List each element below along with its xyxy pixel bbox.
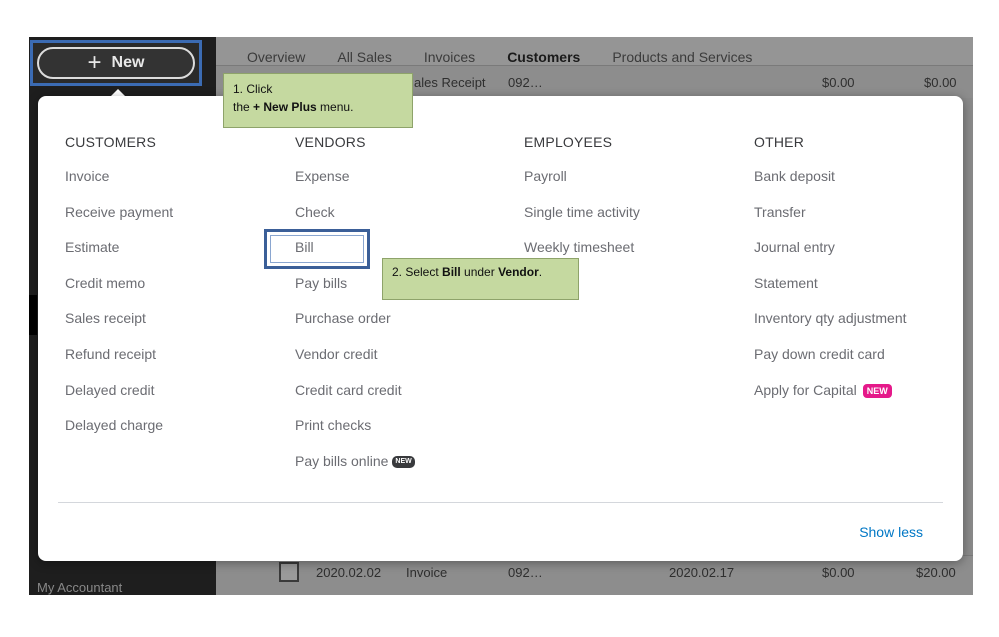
menu-item-single-time-activity[interactable]: Single time activity (524, 202, 640, 238)
menu-item-apply-for-capital[interactable]: Apply for Capital NEW (754, 380, 907, 416)
table-row[interactable]: 2020.02.02 Invoice 092… 2020.02.17 $0.00… (216, 555, 973, 595)
column-heading: EMPLOYEES (524, 134, 613, 150)
menu-item-delayed-charge[interactable]: Delayed charge (65, 415, 173, 451)
menu-column-customers: CUSTOMERS Invoice Receive payment Estima… (65, 134, 173, 451)
menu-item-credit-memo[interactable]: Credit memo (65, 273, 173, 309)
menu-item-estimate[interactable]: Estimate (65, 237, 173, 273)
row-type: Invoice (406, 565, 448, 580)
row-amount: $0.00 (822, 565, 855, 580)
column-heading: OTHER (754, 134, 804, 150)
row-due-date: 2020.02.17 (669, 565, 735, 580)
menu-item-expense[interactable]: Expense (295, 166, 415, 202)
menu-divider (58, 502, 943, 503)
row-amount: $0.00 (822, 75, 855, 90)
menu-item-purchase-order[interactable]: Purchase order (295, 308, 415, 344)
menu-item-refund-receipt[interactable]: Refund receipt (65, 344, 173, 380)
new-badge: NEW (862, 383, 892, 398)
new-button-label: New (111, 54, 145, 71)
step-1-callout: 1. Click the + New Plus menu. (223, 73, 413, 128)
row-date: 2020.02.02 (316, 565, 382, 580)
menu-item-transfer[interactable]: Transfer (754, 202, 907, 238)
row-number: 092… (508, 75, 543, 90)
row-number: 092… (508, 565, 543, 580)
row-type: ales Receipt (414, 75, 486, 90)
menu-column-employees: EMPLOYEES Payroll Single time activity W… (524, 134, 640, 273)
sidebar-item-my-accountant[interactable]: My Accountant (37, 580, 122, 595)
menu-column-vendors: VENDORS Expense Check Bill Pay bills Pur… (295, 134, 415, 486)
show-less-link[interactable]: Show less (859, 524, 923, 540)
menu-item-inventory-qty-adjustment[interactable]: Inventory qty adjustment (754, 308, 907, 344)
menu-item-vendor-credit[interactable]: Vendor credit (295, 344, 415, 380)
new-badge: NEW (392, 456, 415, 469)
column-heading: VENDORS (295, 134, 366, 150)
menu-column-other: OTHER Bank deposit Transfer Journal entr… (754, 134, 907, 415)
column-heading: CUSTOMERS (65, 134, 156, 150)
menu-item-receive-payment[interactable]: Receive payment (65, 202, 173, 238)
bill-highlight (264, 229, 370, 269)
menu-item-bank-deposit[interactable]: Bank deposit (754, 166, 907, 202)
new-menu-popover: CUSTOMERS Invoice Receive payment Estima… (38, 96, 963, 561)
new-button[interactable]: + New (37, 47, 195, 79)
step-2-callout: 2. Select Bill under Vendor. (382, 258, 579, 300)
menu-item-pay-bills-online[interactable]: Pay bills online NEW (295, 451, 415, 487)
menu-item-journal-entry[interactable]: Journal entry (754, 237, 907, 273)
callout-line: the + New Plus menu. (233, 100, 354, 114)
menu-item-payroll[interactable]: Payroll (524, 166, 640, 202)
callout-line: 1. Click (233, 82, 273, 96)
plus-icon: + (87, 49, 102, 76)
row-total: $0.00 (924, 75, 957, 90)
sidebar-marker (29, 295, 37, 335)
menu-item-label: Pay bills online (295, 452, 389, 469)
row-checkbox[interactable] (279, 562, 299, 582)
menu-item-print-checks[interactable]: Print checks (295, 415, 415, 451)
menu-item-delayed-credit[interactable]: Delayed credit (65, 380, 173, 416)
menu-item-sales-receipt[interactable]: Sales receipt (65, 308, 173, 344)
menu-item-pay-down-credit-card[interactable]: Pay down credit card (754, 344, 907, 380)
row-total: $20.00 (916, 565, 956, 580)
menu-item-invoice[interactable]: Invoice (65, 166, 173, 202)
new-button-highlight: + New (30, 40, 202, 86)
menu-item-credit-card-credit[interactable]: Credit card credit (295, 380, 415, 416)
menu-item-label: Apply for Capital (754, 381, 857, 398)
menu-item-statement[interactable]: Statement (754, 273, 907, 309)
